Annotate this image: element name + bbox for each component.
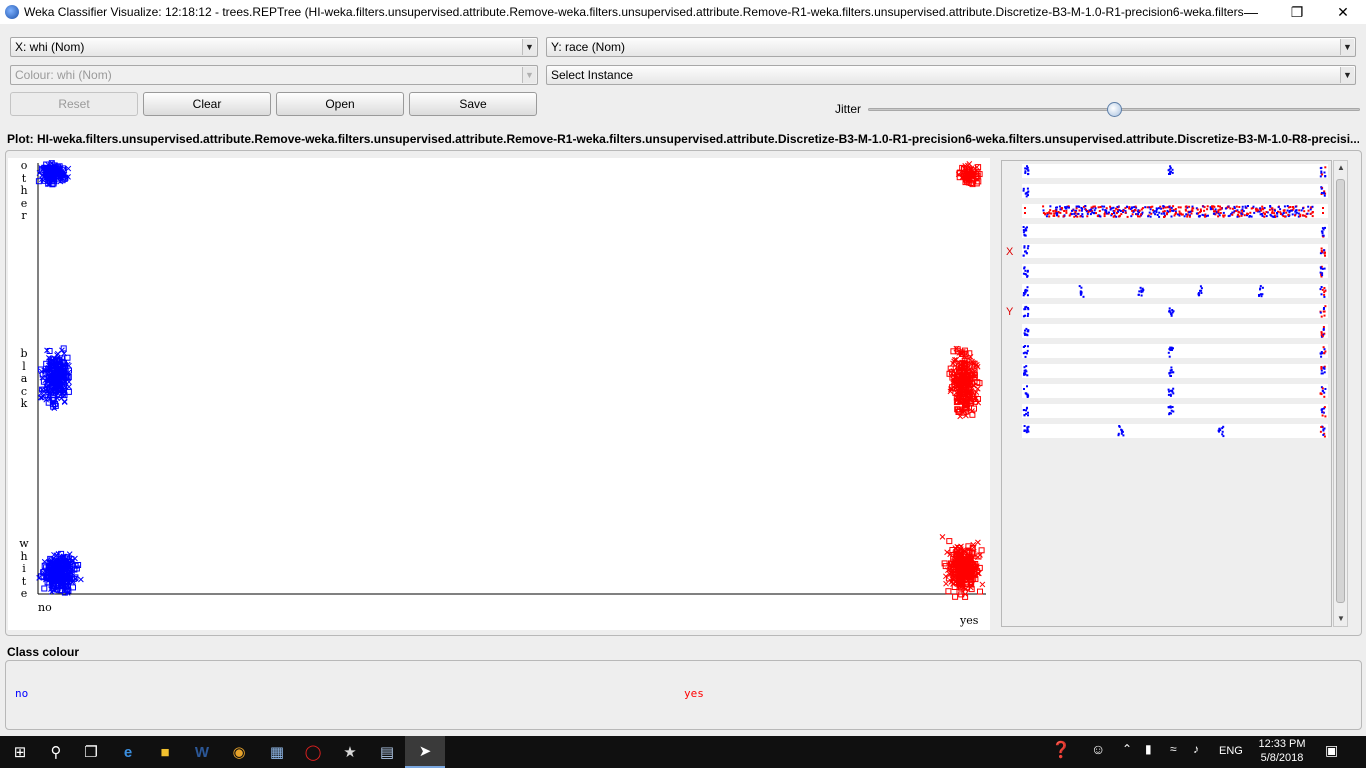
attribute-bar[interactable] bbox=[1022, 404, 1328, 418]
scroll-down-icon[interactable]: ▼ bbox=[1335, 613, 1347, 625]
notepad-icon[interactable]: ▤ bbox=[375, 740, 399, 764]
data-point bbox=[41, 585, 48, 592]
restore-button[interactable]: ❐ bbox=[1274, 0, 1320, 24]
x-axis-select-value: X: whi (Nom) bbox=[15, 40, 85, 54]
y-marker: Y bbox=[1006, 306, 1014, 318]
windows-icon[interactable]: ⊞ bbox=[8, 740, 32, 764]
select-instance-value: Select Instance bbox=[551, 68, 634, 82]
data-point bbox=[72, 555, 78, 562]
chevron-down-icon: ▼ bbox=[522, 39, 536, 55]
clock[interactable]: 12:33 PM 5/8/2018 bbox=[1250, 737, 1314, 765]
attribute-bar[interactable] bbox=[1022, 184, 1328, 198]
weka-app-icon bbox=[5, 5, 19, 19]
attribute-bar[interactable] bbox=[1022, 424, 1328, 438]
class-colour-yes[interactable]: yes bbox=[684, 687, 704, 700]
attribute-bar[interactable] bbox=[1022, 344, 1328, 358]
save-button[interactable]: Save bbox=[409, 92, 537, 116]
word-icon[interactable]: W bbox=[190, 740, 214, 764]
open-button[interactable]: Open bbox=[276, 92, 404, 116]
data-point bbox=[975, 539, 981, 546]
attribute-bar[interactable] bbox=[1022, 264, 1328, 278]
clock-time: 12:33 PM bbox=[1258, 738, 1306, 750]
chevron-down-icon: ▼ bbox=[522, 67, 536, 83]
data-point bbox=[967, 354, 974, 360]
y-axis-select-value: Y: race (Nom) bbox=[551, 40, 626, 54]
attribute-bar[interactable] bbox=[1022, 244, 1328, 258]
chrome-icon[interactable]: ◉ bbox=[227, 740, 251, 764]
minimize-button[interactable]: — bbox=[1228, 0, 1274, 24]
opera-icon[interactable]: ◯ bbox=[301, 740, 325, 764]
wifi-icon[interactable]: ≈ bbox=[1170, 742, 1177, 756]
y-tick-other: other bbox=[20, 159, 28, 223]
chevron-up-icon[interactable]: ⌃ bbox=[1122, 742, 1132, 756]
reset-button: Reset bbox=[10, 92, 138, 116]
class-colour-no[interactable]: no bbox=[15, 687, 28, 700]
search-icon[interactable]: ⚲ bbox=[44, 740, 68, 764]
attribute-bar[interactable] bbox=[1022, 384, 1328, 398]
attribute-bar[interactable] bbox=[1022, 364, 1328, 378]
data-point bbox=[979, 581, 986, 588]
x-axis-select[interactable]: X: whi (Nom) ▼ bbox=[10, 37, 538, 57]
data-point bbox=[66, 383, 72, 390]
notes-icon[interactable]: ▦ bbox=[265, 740, 289, 764]
title-bar: Weka Classifier Visualize: 12:18:12 - tr… bbox=[0, 0, 1366, 24]
attribute-bar[interactable] bbox=[1022, 284, 1328, 298]
attribute-bar[interactable] bbox=[1022, 164, 1328, 178]
chevron-down-icon: ▼ bbox=[1340, 39, 1354, 55]
x-marker: X bbox=[1006, 246, 1014, 258]
clear-button[interactable]: Clear bbox=[143, 92, 271, 116]
taskbar: ⊞ ⚲ ❐ e ■ W ◉ ▦ ◯ ★ ▤ ➤ ❓ ☺ ⌃ ▮ ≈ ♪ ENG … bbox=[0, 736, 1366, 768]
class-colour-label: Class colour bbox=[7, 645, 80, 659]
scrollbar-thumb[interactable] bbox=[1336, 179, 1345, 603]
battery-icon[interactable]: ▮ bbox=[1145, 742, 1152, 756]
y-tick-black: black bbox=[20, 347, 28, 411]
data-point bbox=[946, 538, 953, 545]
data-point bbox=[977, 588, 983, 595]
y-tick-white: white bbox=[19, 537, 29, 601]
data-point bbox=[64, 354, 71, 361]
chevron-down-icon: ▼ bbox=[1340, 67, 1354, 83]
clock-date: 5/8/2018 bbox=[1260, 752, 1304, 764]
plot-title: Plot: HI-weka.filters.unsupervised.attri… bbox=[7, 132, 1359, 146]
help-icon[interactable]: ❓ bbox=[1051, 740, 1071, 760]
x-tick-yes: yes bbox=[960, 614, 979, 627]
edge-icon[interactable]: e bbox=[116, 740, 140, 764]
jitter-label: Jitter bbox=[835, 102, 862, 116]
data-point bbox=[939, 534, 946, 540]
x-tick-no: no bbox=[38, 601, 52, 614]
attribute-bar[interactable] bbox=[1022, 324, 1328, 338]
attribute-panel-scrollbar[interactable]: ▲ ▼ bbox=[1333, 160, 1348, 627]
file-explorer-icon[interactable]: ■ bbox=[153, 740, 177, 764]
paint-icon[interactable]: ★ bbox=[338, 740, 362, 764]
language-indicator[interactable]: ENG bbox=[1219, 745, 1243, 757]
data-point bbox=[952, 593, 959, 600]
scatter-plot[interactable]: other black white no yes bbox=[8, 158, 990, 630]
scatter-plot-canvas[interactable] bbox=[8, 158, 990, 630]
data-point bbox=[943, 580, 949, 587]
attribute-bar[interactable] bbox=[1022, 304, 1328, 318]
scroll-up-icon[interactable]: ▲ bbox=[1335, 162, 1347, 174]
data-point bbox=[78, 576, 84, 583]
task-view-icon[interactable]: ❐ bbox=[79, 740, 103, 764]
attribute-bar[interactable] bbox=[1022, 224, 1328, 238]
data-point bbox=[945, 588, 952, 595]
y-axis-select[interactable]: Y: race (Nom) ▼ bbox=[546, 37, 1356, 57]
colour-select: Colour: whi (Nom) ▼ bbox=[10, 65, 538, 85]
volume-icon[interactable]: ♪ bbox=[1193, 742, 1199, 756]
weka-icon[interactable]: ➤ bbox=[405, 736, 445, 768]
colour-select-value: Colour: whi (Nom) bbox=[15, 68, 112, 82]
data-point bbox=[978, 547, 985, 554]
close-button[interactable]: ✕ bbox=[1320, 0, 1366, 24]
attribute-bar[interactable] bbox=[1022, 204, 1328, 218]
jitter-slider-handle[interactable] bbox=[1107, 102, 1122, 117]
people-icon[interactable]: ☺ bbox=[1091, 741, 1105, 757]
notification-icon[interactable]: ▣ bbox=[1325, 742, 1338, 759]
select-instance-select[interactable]: Select Instance ▼ bbox=[546, 65, 1356, 85]
window-title: Weka Classifier Visualize: 12:18:12 - tr… bbox=[24, 5, 1244, 19]
